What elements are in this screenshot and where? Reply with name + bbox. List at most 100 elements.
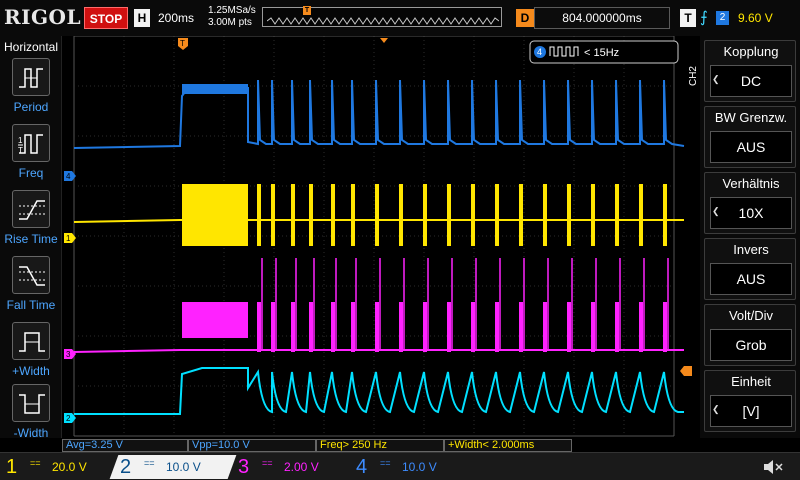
channel-1-pulse <box>519 184 523 246</box>
channel-3-pulse <box>567 302 571 352</box>
menu-value: AUS <box>710 263 792 295</box>
selector-arrow-icon: ❮ <box>712 74 720 84</box>
delay-badge: D <box>516 9 534 27</box>
channel-number: 2 <box>120 456 132 478</box>
channel-1-pulse <box>495 184 499 246</box>
measure-nwidth-button[interactable]: -Width <box>0 384 62 446</box>
horizontal-delay[interactable]: 804.000000ms <box>534 7 670 29</box>
channel-number: 1 <box>6 456 18 478</box>
dc-coupling-icon: == <box>380 458 391 468</box>
status-bar: RIGOL STOP H 200ms 1.25MSa/s 3.00M pts T… <box>0 0 800 36</box>
horizontal-badge: H <box>134 9 150 27</box>
channel-1-pulse <box>663 184 667 246</box>
negative-width-icon <box>19 394 45 414</box>
period-icon <box>19 68 43 88</box>
channel-1-pulse <box>543 184 547 246</box>
channel-3-tab[interactable]: 3 == 2.00 V <box>232 455 350 479</box>
memory-waveform-icon <box>267 17 499 25</box>
menu-channel-label: CH2 <box>688 66 699 87</box>
waveform-area[interactable]: T 4 1 3 2 4 < 15Hz <box>62 36 692 438</box>
channel-bar: 1 == 20.0 V 2 == 10.0 V 3 == 2.00 V 4 ==… <box>0 452 800 480</box>
channel-1-pulse <box>567 184 571 246</box>
memory-trigger-marker: T <box>303 6 311 15</box>
menu-label: Verhältnis <box>722 176 780 191</box>
channel-1-pulse <box>271 184 275 246</box>
channel-3-pulse <box>615 302 619 352</box>
channel-1-pulse <box>291 184 295 246</box>
measure-label: Freq <box>18 166 44 180</box>
menu-unit[interactable]: Einheit [V] ❮ <box>704 370 796 432</box>
dc-coupling-icon: == <box>144 458 155 468</box>
channel-scale: 10.0 V <box>166 460 201 474</box>
menu-label: Kopplung <box>723 44 779 59</box>
measurement-width: +Width< 2.000ms <box>444 439 572 452</box>
channel-1-pulse <box>591 184 595 246</box>
channel-1-pulse <box>351 184 355 246</box>
selector-arrow-icon: ❮ <box>712 404 720 414</box>
measure-label: Period <box>13 100 49 114</box>
channel-3-pulse <box>591 302 595 352</box>
speaker-muted-icon[interactable] <box>762 457 784 477</box>
channel-3-pulse <box>519 302 523 352</box>
dc-coupling-icon: == <box>30 458 41 468</box>
menu-volt-div[interactable]: Volt/Div Grob <box>704 304 796 366</box>
menu-value: Grob <box>710 329 792 361</box>
channel-1-tab[interactable]: 1 == 20.0 V <box>0 455 118 479</box>
dc-coupling-icon: == <box>262 458 273 468</box>
menu-coupling[interactable]: Kopplung DC ❮ <box>704 40 796 102</box>
menu-label: BW Grenzw. <box>714 110 788 125</box>
channel-3-pulse <box>639 302 643 352</box>
channel-1-pulse <box>447 184 451 246</box>
channel-1-pulse <box>309 184 313 246</box>
channel-1-pulse <box>331 184 335 246</box>
channel-3-pulse <box>423 302 427 352</box>
channel-3-pulse <box>309 302 313 352</box>
trigger-source[interactable]: 2 <box>716 11 729 25</box>
channel-1-burst <box>182 184 248 246</box>
sample-rate: 1.25MSa/s <box>208 5 256 16</box>
channel-3-pulse <box>471 302 475 352</box>
ch4-frequency-readout: 4 < 15Hz <box>529 40 679 64</box>
measure-period-button[interactable]: Period <box>0 58 62 120</box>
memory-overview-bar[interactable]: T <box>262 6 502 27</box>
trigger-level[interactable]: 9.60 V <box>738 11 773 25</box>
channel-level-label: 2 <box>66 414 71 423</box>
measure-rise-button[interactable]: Rise Time <box>0 190 62 252</box>
svg-text:T: T <box>18 146 23 155</box>
menu-invert[interactable]: Invers AUS <box>704 238 796 300</box>
channel-4-tab[interactable]: 4 == 10.0 V <box>350 455 468 479</box>
measure-pwidth-button[interactable]: +Width <box>0 322 62 384</box>
channel-settings-menu: Kopplung DC ❮ BW Grenzw. AUS Verhältnis … <box>700 36 800 438</box>
menu-value: DC <box>710 65 792 97</box>
oscilloscope-screen: RIGOL STOP H 200ms 1.25MSa/s 3.00M pts T… <box>0 0 800 480</box>
ch4-frequency-channel: 4 <box>537 47 542 57</box>
channel-number: 3 <box>238 456 250 478</box>
rise-time-icon <box>19 200 45 220</box>
trigger-level-marker <box>680 366 692 376</box>
channel-4-trace <box>73 79 685 149</box>
measure-label: Rise Time <box>4 232 58 246</box>
menu-probe-ratio[interactable]: Verhältnis 10X ❮ <box>704 172 796 234</box>
measure-freq-button[interactable]: 1 T Freq <box>0 124 62 186</box>
run-stop-button[interactable]: STOP <box>84 7 128 29</box>
measure-fall-button[interactable]: Fall Time <box>0 256 62 318</box>
center-marker <box>380 38 388 43</box>
measure-label: Fall Time <box>6 298 56 312</box>
acquisition-info: 1.25MSa/s 3.00M pts <box>208 5 256 29</box>
channel-2-tab[interactable]: 2 == 10.0 V <box>109 455 237 479</box>
menu-label: Volt/Div <box>728 308 774 323</box>
measurement-freq: Freq> 250 Hz <box>316 439 444 452</box>
channel-1-pulse <box>423 184 427 246</box>
measurement-vpp: Vpp=10.0 V <box>188 439 316 452</box>
brand-logo: RIGOL <box>4 5 82 29</box>
channel-scale: 10.0 V <box>402 460 437 474</box>
channel-1-pulse <box>257 184 261 246</box>
channel-1-pulse <box>471 184 475 246</box>
channel-1-pulse <box>399 184 403 246</box>
menu-value: [V] <box>710 395 792 427</box>
channel-level-label: 1 <box>66 234 71 243</box>
channel-1-pulse <box>375 184 379 246</box>
timebase-value[interactable]: 200ms <box>158 11 194 25</box>
menu-bandwidth-limit[interactable]: BW Grenzw. AUS <box>704 106 796 168</box>
channel-3-burst <box>182 302 248 338</box>
